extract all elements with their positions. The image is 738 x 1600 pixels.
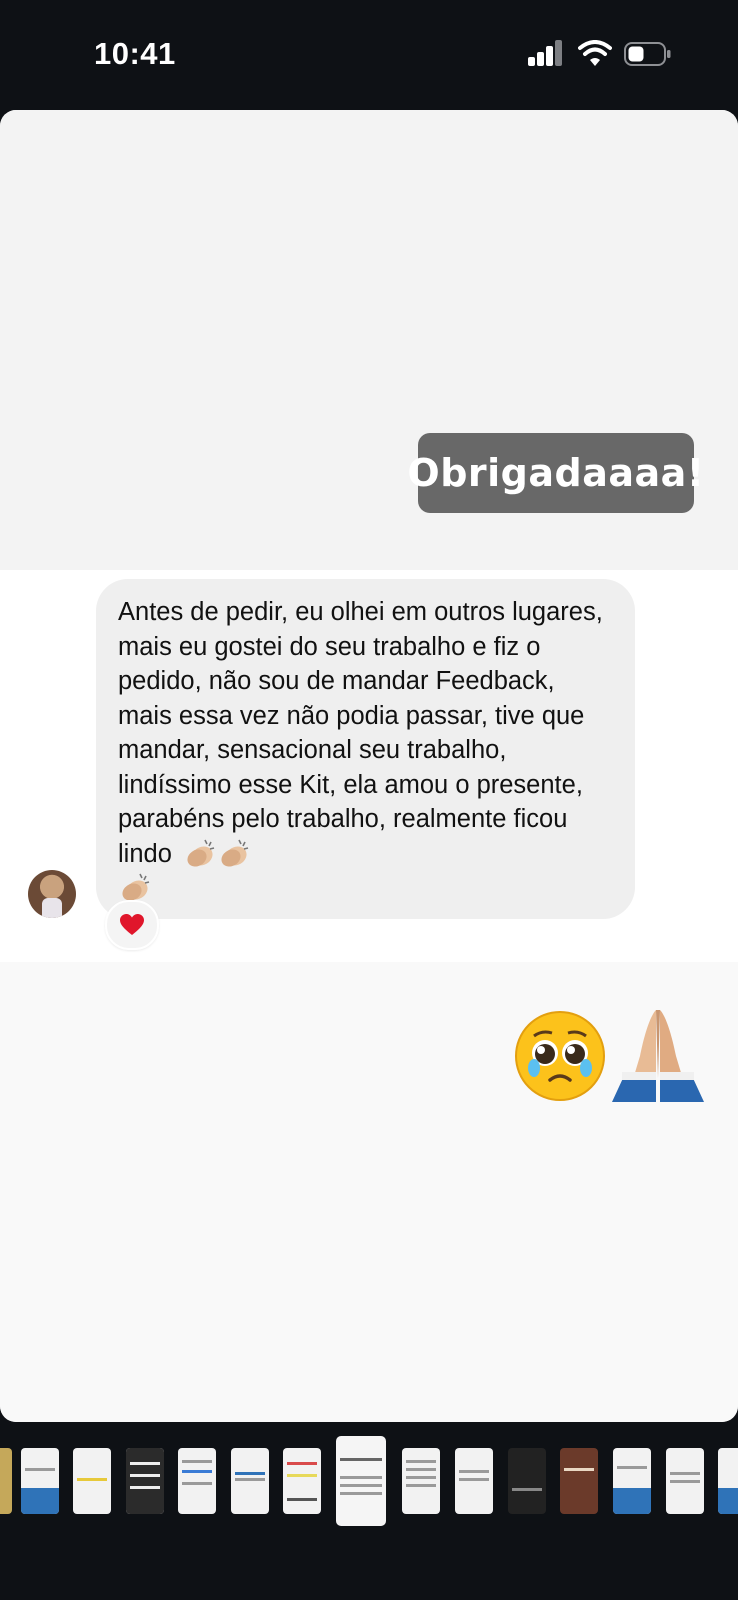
story-thumbnail[interactable] bbox=[508, 1448, 546, 1514]
story-thumbnail[interactable] bbox=[560, 1448, 598, 1514]
story-thumbnail[interactable] bbox=[283, 1448, 321, 1514]
story-thumbnail[interactable] bbox=[21, 1448, 59, 1514]
clapping-hands-icon bbox=[221, 839, 249, 867]
clapping-hands-icon bbox=[122, 873, 150, 901]
story-thumbnail[interactable] bbox=[718, 1448, 738, 1514]
story-thumbnail[interactable] bbox=[126, 1448, 164, 1514]
emoji-row bbox=[512, 1006, 706, 1102]
story-thumbnail-active[interactable] bbox=[336, 1436, 386, 1526]
reaction-badge bbox=[105, 900, 159, 950]
story-thumbnail[interactable] bbox=[666, 1448, 704, 1514]
text-sticker: Obrigadaaaa! bbox=[407, 433, 704, 513]
status-bar: 10:41 bbox=[0, 0, 738, 108]
battery-icon bbox=[624, 42, 671, 66]
message-bubble: Antes de pedir, eu olhei em outros lugar… bbox=[96, 579, 635, 919]
story-thumbnail[interactable] bbox=[402, 1448, 440, 1514]
story-thumbnail[interactable] bbox=[231, 1448, 269, 1514]
story-thumbnail[interactable] bbox=[613, 1448, 651, 1514]
dm-screenshot: Antes de pedir, eu olhei em outros lugar… bbox=[0, 570, 738, 962]
heart-icon bbox=[120, 914, 144, 935]
folded-hands-icon bbox=[612, 1010, 704, 1102]
cellular-signal-icon bbox=[528, 40, 564, 66]
story-card[interactable]: Obrigadaaaa! Antes de pedir, eu olhei em… bbox=[0, 110, 738, 1422]
story-screenshot-bottom bbox=[0, 962, 738, 1422]
story-thumbnail-strip[interactable] bbox=[0, 1430, 738, 1530]
story-thumbnail[interactable] bbox=[178, 1448, 216, 1514]
story-screenshot-top: Obrigadaaaa! bbox=[0, 110, 738, 570]
wifi-icon bbox=[578, 40, 612, 66]
message-text: Antes de pedir, eu olhei em outros lugar… bbox=[118, 598, 603, 868]
sender-avatar bbox=[28, 870, 76, 918]
pleading-face-icon bbox=[515, 1011, 605, 1101]
story-thumbnail[interactable] bbox=[0, 1448, 12, 1514]
story-thumbnail[interactable] bbox=[73, 1448, 111, 1514]
clapping-hands-icon bbox=[187, 839, 215, 867]
story-thumbnail[interactable] bbox=[455, 1448, 493, 1514]
status-time: 10:41 bbox=[94, 36, 176, 71]
